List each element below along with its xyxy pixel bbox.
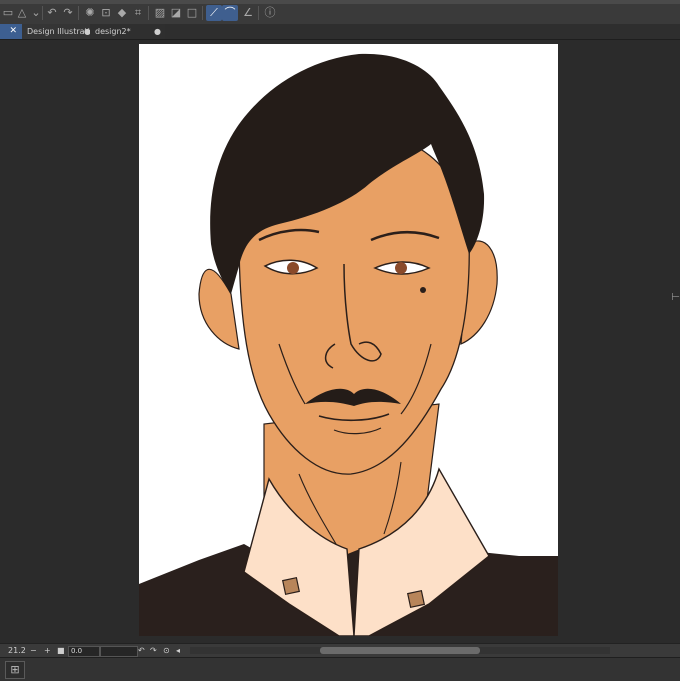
drawing-canvas[interactable] — [139, 44, 558, 636]
frame-icon[interactable]: □ — [184, 5, 200, 21]
bottom-bar: 21.2 − + ■ 0.0 ↶ ↷ ⊙ ◂ — [0, 643, 680, 657]
rotate-right-icon[interactable]: ↷ — [150, 644, 157, 657]
toolbar: ▭ △ ⌄ ↶ ↷ ✺ ⊡ ◆ ⌗ ▨ ◪ □ ⟋ ⌒ ∠ ⓘ — [0, 0, 680, 25]
angle-input[interactable]: 0.0 — [68, 646, 100, 657]
curve-icon[interactable]: ⌒ — [222, 5, 238, 21]
close-icon[interactable]: ✕ — [0, 24, 22, 39]
zoom-value[interactable]: 21.2 — [8, 644, 26, 657]
horizontal-scrollbar[interactable] — [190, 647, 610, 654]
stabilizer-icon[interactable]: ⟋ — [206, 5, 222, 21]
redo-icon[interactable]: ↷ — [60, 5, 76, 21]
zoom-out-button[interactable]: − — [30, 644, 37, 657]
collar-button-left — [281, 576, 301, 596]
modified-dot-icon[interactable]: ● — [154, 24, 161, 39]
fit-icon[interactable]: ■ — [57, 644, 65, 657]
document-tabs: ✕ Design Illustrati ● design2* ● — [0, 24, 680, 40]
transform-icon[interactable]: ⊡ — [98, 5, 114, 21]
tab-design-illustration[interactable]: Design Illustrati ● — [22, 24, 95, 39]
rotate-left-icon[interactable]: ↶ — [138, 644, 145, 657]
zoom-in-button[interactable]: + — [44, 644, 51, 657]
ruler-icon[interactable]: ∠ — [240, 5, 256, 21]
mole — [420, 287, 426, 293]
reset-rotation-icon[interactable]: ⊙ — [163, 644, 170, 657]
flip-icon[interactable]: ◂ — [176, 644, 180, 657]
tab-label: design2* — [95, 27, 131, 36]
tab-label: Design Illustrati — [27, 27, 90, 36]
side-handle-icon[interactable]: ⊢ — [671, 292, 680, 303]
tab-design2[interactable]: design2* ● — [90, 24, 165, 39]
crop-icon[interactable]: ⌗ — [130, 5, 146, 21]
fill-icon[interactable]: ◆ — [114, 5, 130, 21]
left-pupil — [287, 262, 299, 274]
navigator-icon[interactable]: ⊞ — [5, 661, 25, 679]
undo-icon[interactable]: ↶ — [44, 5, 60, 21]
right-pupil — [395, 262, 407, 274]
collar-button-right — [406, 589, 426, 609]
help-icon[interactable]: ⓘ — [262, 5, 278, 21]
scroll-thumb[interactable] — [320, 647, 480, 654]
loading-icon[interactable]: ✺ — [82, 5, 98, 21]
selection-icon[interactable]: ▨ — [152, 5, 168, 21]
canvas-area[interactable]: ⊢ — [0, 40, 680, 643]
layer-icon[interactable]: ◪ — [168, 5, 184, 21]
angle-slider[interactable] — [100, 646, 138, 657]
status-bar: ⊞ — [0, 657, 680, 681]
portrait-illustration — [139, 53, 558, 636]
